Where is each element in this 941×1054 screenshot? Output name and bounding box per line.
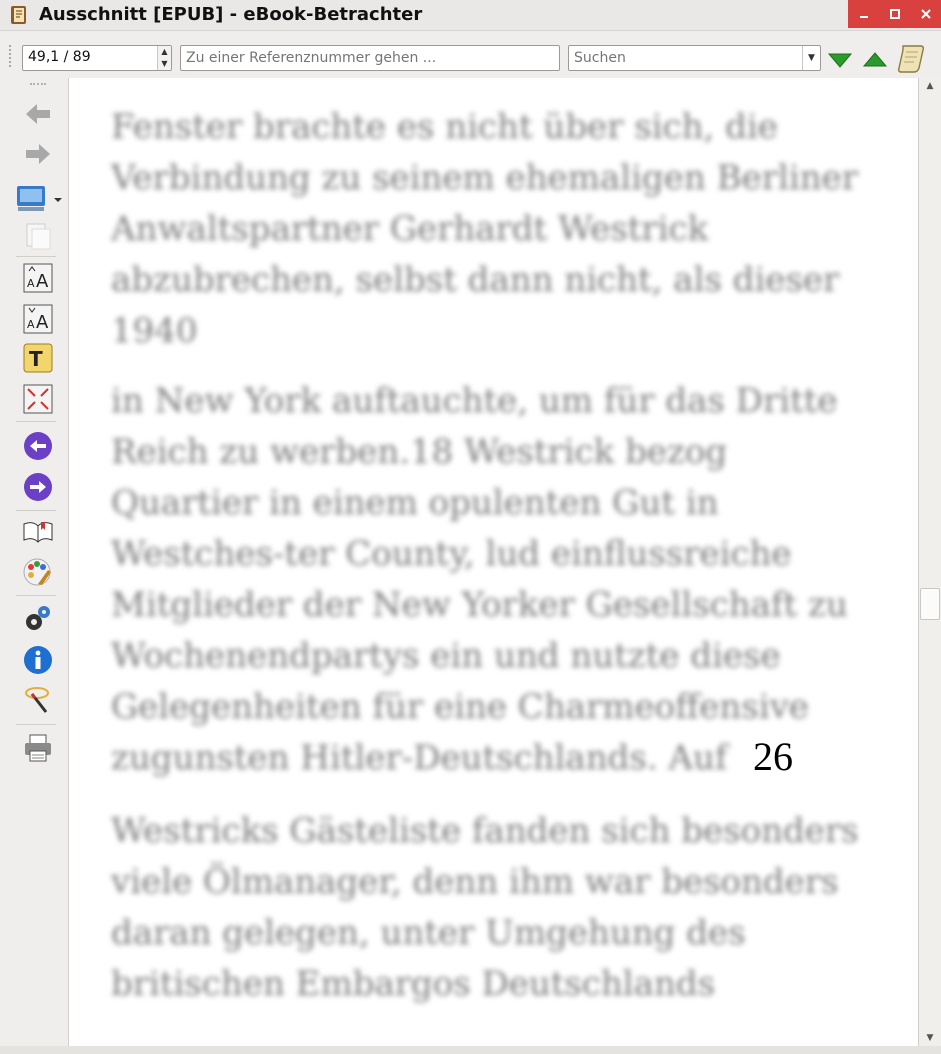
page-number: 26	[753, 734, 793, 779]
scroll-up-icon[interactable]: ▲	[919, 78, 941, 94]
info-icon[interactable]	[22, 644, 54, 676]
paragraph: in New York auftauchte, um für das Dritt…	[111, 381, 848, 778]
svg-text:A: A	[27, 277, 35, 290]
copy-icon[interactable]	[22, 220, 54, 252]
sidebar-divider	[16, 421, 56, 422]
position-spinbox[interactable]: 49,1 / 89 ▲ ▼	[22, 45, 172, 71]
paragraph: Fenster brachte es nicht über sich, die …	[111, 107, 858, 351]
vertical-scrollbar[interactable]: ▲ ▼	[918, 78, 941, 1046]
text-style-icon[interactable]: T	[22, 342, 54, 374]
sidebar-divider	[16, 510, 56, 511]
spin-arrows[interactable]: ▲ ▼	[157, 46, 171, 70]
monitor-icon[interactable]	[14, 180, 64, 212]
sidebar-grip[interactable]	[30, 83, 46, 85]
svg-text:A: A	[36, 312, 49, 333]
ebook-viewer-window: Ausschnitt [EPUB] - eBook-Betrachter 49,…	[0, 0, 941, 1054]
minimize-icon	[859, 16, 868, 18]
paragraph: Westricks Gästeliste fanden sich besonde…	[111, 811, 859, 1004]
maximize-button[interactable]	[879, 0, 910, 28]
sidebar-divider	[16, 256, 56, 257]
scrollbar-thumb[interactable]	[920, 588, 940, 620]
position-value[interactable]: 49,1 / 89	[28, 49, 91, 65]
svg-text:T: T	[29, 347, 43, 371]
app-book-icon	[11, 6, 26, 24]
toolbar-grip[interactable]	[9, 45, 13, 67]
arrow-down-green-icon[interactable]	[826, 45, 854, 73]
scroll-down-icon[interactable]: ▼	[919, 1030, 941, 1046]
spin-down-icon[interactable]: ▼	[158, 58, 171, 70]
print-icon[interactable]	[22, 732, 54, 764]
title-bar: Ausschnitt [EPUB] - eBook-Betrachter	[0, 0, 941, 31]
sidebar-divider	[16, 724, 56, 725]
svg-text:A: A	[36, 271, 49, 292]
sidebar-toolbar: A A A A T	[0, 78, 68, 1054]
maximize-icon	[889, 9, 900, 19]
previous-icon[interactable]	[22, 430, 54, 462]
spin-up-icon[interactable]: ▲	[158, 46, 171, 58]
svg-text:A: A	[27, 318, 35, 331]
font-larger-icon[interactable]: A A	[22, 262, 54, 294]
close-icon	[920, 9, 931, 19]
next-icon[interactable]	[22, 471, 54, 503]
toolbar: 49,1 / 89 ▲ ▼ ▼	[0, 33, 941, 78]
search-combo[interactable]: ▼	[568, 45, 821, 71]
theme-icon[interactable]	[22, 556, 54, 588]
status-bar	[0, 1046, 941, 1054]
magic-wand-icon[interactable]	[22, 684, 54, 716]
book-content-area[interactable]: Fenster brachte es nicht über sich, die …	[68, 78, 918, 1046]
sidebar-divider	[16, 595, 56, 596]
fullscreen-icon[interactable]	[22, 383, 54, 415]
font-smaller-icon[interactable]: A A	[22, 303, 54, 335]
reference-input[interactable]	[181, 46, 559, 70]
window-title: Ausschnitt [EPUB] - eBook-Betrachter	[39, 4, 423, 25]
arrow-up-green-icon[interactable]	[861, 45, 889, 73]
forward-icon[interactable]	[22, 138, 54, 170]
bookmark-book-icon[interactable]	[22, 516, 54, 548]
settings-icon[interactable]	[22, 602, 54, 634]
back-icon[interactable]	[22, 98, 54, 130]
minimize-button[interactable]	[848, 0, 879, 28]
reference-field[interactable]	[180, 45, 560, 71]
close-button[interactable]	[910, 0, 941, 28]
search-input[interactable]	[569, 46, 820, 70]
scroll-icon[interactable]	[897, 42, 927, 74]
chevron-down-icon[interactable]: ▼	[802, 46, 820, 70]
